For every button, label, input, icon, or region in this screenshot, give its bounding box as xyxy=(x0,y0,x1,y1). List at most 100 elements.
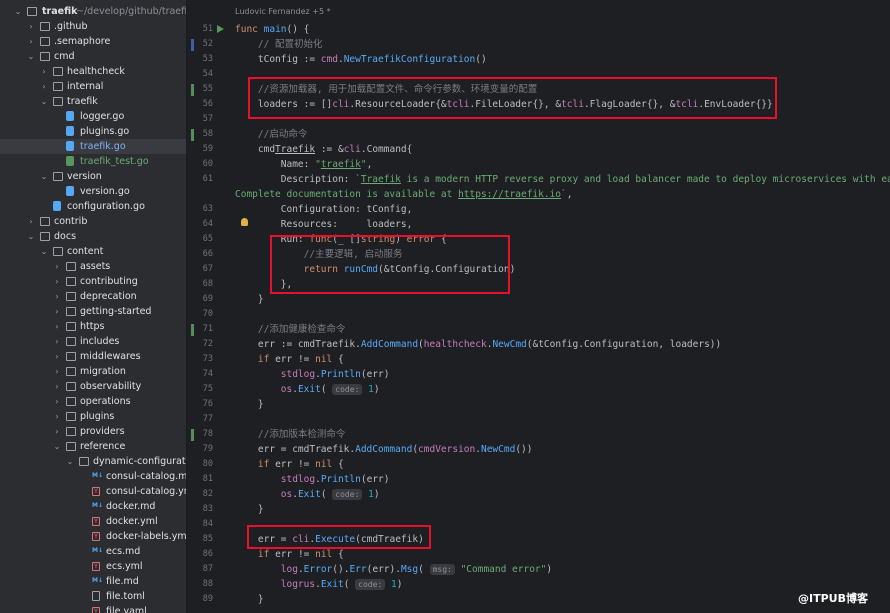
code-line[interactable]: logrus.Exit( code: 1) xyxy=(235,577,402,592)
code-line[interactable]: err := cmdTraefik.AddCommand(healthcheck… xyxy=(235,337,721,352)
chevron-right-icon[interactable]: › xyxy=(53,274,61,289)
tree-item[interactable]: configuration.go xyxy=(0,199,186,214)
code-line[interactable]: // 配置初始化 xyxy=(235,37,323,52)
chevron-down-icon[interactable]: ⌄ xyxy=(27,49,35,64)
code-line[interactable]: Complete documentation is available at h… xyxy=(235,187,572,202)
tree-item[interactable]: › internal xyxy=(0,79,186,94)
code-line[interactable]: os.Exit( code: 1) xyxy=(235,487,380,502)
code-line[interactable]: log.Error().Err(err).Msg( msg: "Command … xyxy=(235,562,552,577)
chevron-down-icon[interactable]: ⌄ xyxy=(53,439,61,454)
vcs-added-marker[interactable] xyxy=(191,429,194,441)
tree-item[interactable]: Ydocker.yml xyxy=(0,514,186,529)
code-line[interactable]: if err != nil { xyxy=(235,352,344,367)
code-line[interactable]: } xyxy=(235,397,264,412)
chevron-right-icon[interactable]: › xyxy=(27,34,35,49)
tree-item[interactable]: › includes xyxy=(0,334,186,349)
tree-item[interactable]: traefik.go xyxy=(0,139,186,154)
vcs-added-marker[interactable] xyxy=(191,324,194,336)
tree-item[interactable]: › plugins xyxy=(0,409,186,424)
chevron-down-icon[interactable]: ⌄ xyxy=(27,229,35,244)
vcs-added-marker[interactable] xyxy=(191,129,194,141)
tree-item[interactable]: M↓ ecs.md xyxy=(0,544,186,559)
chevron-right-icon[interactable]: › xyxy=(40,79,48,94)
tree-item[interactable]: › deprecation xyxy=(0,289,186,304)
chevron-down-icon[interactable]: ⌄ xyxy=(40,94,48,109)
tree-item[interactable]: › getting-started xyxy=(0,304,186,319)
tree-item[interactable]: › healthcheck xyxy=(0,64,186,79)
tree-item[interactable]: Yconsul-catalog.yml xyxy=(0,484,186,499)
code-line[interactable]: //添加版本检测命令 xyxy=(235,427,345,442)
chevron-right-icon[interactable]: › xyxy=(53,424,61,439)
tree-item[interactable]: ⌄ traefik xyxy=(0,94,186,109)
code-line[interactable]: //添加健康检查命令 xyxy=(235,322,345,337)
tree-item[interactable]: › https xyxy=(0,319,186,334)
code-line[interactable]: Name: "traefik", xyxy=(235,157,373,172)
chevron-right-icon[interactable]: › xyxy=(53,394,61,409)
tree-item[interactable]: Yfile.yaml xyxy=(0,604,186,613)
code-line[interactable]: Configuration: tConfig, xyxy=(235,202,413,217)
chevron-down-icon[interactable]: ⌄ xyxy=(40,244,48,259)
tree-item[interactable]: › observability xyxy=(0,379,186,394)
tree-item[interactable]: › middlewares xyxy=(0,349,186,364)
tree-item[interactable]: ⌄ cmd xyxy=(0,49,186,64)
vcs-modified-marker[interactable] xyxy=(191,39,194,51)
tree-item[interactable]: logger.go xyxy=(0,109,186,124)
code-line[interactable]: if err != nil { xyxy=(235,457,344,472)
run-icon[interactable] xyxy=(217,25,224,33)
chevron-right-icon[interactable]: › xyxy=(53,289,61,304)
chevron-right-icon[interactable]: › xyxy=(53,319,61,334)
tree-item[interactable]: file.toml xyxy=(0,589,186,604)
tree-item[interactable]: › .semaphore xyxy=(0,34,186,49)
tree-item[interactable]: › contributing xyxy=(0,274,186,289)
tree-item[interactable]: M↓ file.md xyxy=(0,574,186,589)
chevron-right-icon[interactable]: › xyxy=(53,364,61,379)
chevron-right-icon[interactable]: › xyxy=(27,19,35,34)
tree-item[interactable]: ⌄ content xyxy=(0,244,186,259)
code-line[interactable]: } xyxy=(235,592,264,607)
tree-item[interactable]: › migration xyxy=(0,364,186,379)
tree-item[interactable]: › contrib xyxy=(0,214,186,229)
chevron-right-icon[interactable]: › xyxy=(27,214,35,229)
tree-item[interactable]: › assets xyxy=(0,259,186,274)
chevron-right-icon[interactable]: › xyxy=(53,334,61,349)
chevron-down-icon[interactable]: ⌄ xyxy=(40,169,48,184)
code-line[interactable]: //启动命令 xyxy=(235,127,307,142)
code-line[interactable]: Resources: loaders, xyxy=(235,217,413,232)
code-line[interactable]: func main() { xyxy=(235,22,309,37)
tree-item[interactable]: traefik_test.go xyxy=(0,154,186,169)
vcs-added-marker[interactable] xyxy=(191,84,194,96)
chevron-right-icon[interactable]: › xyxy=(53,379,61,394)
chevron-right-icon[interactable]: › xyxy=(40,64,48,79)
chevron-right-icon[interactable]: › xyxy=(53,349,61,364)
code-line[interactable]: stdlog.Println(err) xyxy=(235,367,390,382)
tree-item[interactable]: ⌄ version xyxy=(0,169,186,184)
chevron-right-icon[interactable]: › xyxy=(53,304,61,319)
tree-item[interactable]: version.go xyxy=(0,184,186,199)
code-line[interactable]: os.Exit( code: 1) xyxy=(235,382,380,397)
tree-item[interactable]: › providers xyxy=(0,424,186,439)
tree-item[interactable]: › operations xyxy=(0,394,186,409)
code-line[interactable]: } xyxy=(235,292,264,307)
tree-item[interactable]: Ydocker-labels.yml xyxy=(0,529,186,544)
chevron-right-icon[interactable]: › xyxy=(53,259,61,274)
code-line[interactable]: tConfig := cmd.NewTraefikConfiguration() xyxy=(235,52,487,67)
tree-item[interactable]: ⌄ reference xyxy=(0,439,186,454)
tree-item[interactable]: › .github xyxy=(0,19,186,34)
code-editor[interactable]: Ludovic Fernandez +5 * 51 52 53 54 55 56 57 58 5… xyxy=(187,0,890,613)
code-line[interactable]: } xyxy=(235,502,264,517)
chevron-down-icon[interactable]: ⌄ xyxy=(66,454,74,469)
tree-item[interactable]: M↓ docker.md xyxy=(0,499,186,514)
tree-item[interactable]: M↓ consul-catalog.md xyxy=(0,469,186,484)
chevron-down-icon[interactable]: ⌄ xyxy=(14,4,22,19)
tree-item[interactable]: Yecs.yml xyxy=(0,559,186,574)
code-line[interactable]: stdlog.Println(err) xyxy=(235,472,390,487)
code-line[interactable]: cmdTraefik := &cli.Command{ xyxy=(235,142,412,157)
tree-item[interactable]: ⌄ docs xyxy=(0,229,186,244)
code-line[interactable]: if err != nil { xyxy=(235,547,344,562)
code-line[interactable]: Description: `Traefik is a modern HTTP r… xyxy=(235,172,890,187)
code-line[interactable]: err = cmdTraefik.AddCommand(cmdVersion.N… xyxy=(235,442,533,457)
tree-item[interactable]: ⌄ dynamic-configuration xyxy=(0,454,186,469)
chevron-right-icon[interactable]: › xyxy=(53,409,61,424)
tree-item[interactable]: plugins.go xyxy=(0,124,186,139)
project-root[interactable]: ⌄ traefik ~/develop/github/traefik xyxy=(0,4,186,19)
